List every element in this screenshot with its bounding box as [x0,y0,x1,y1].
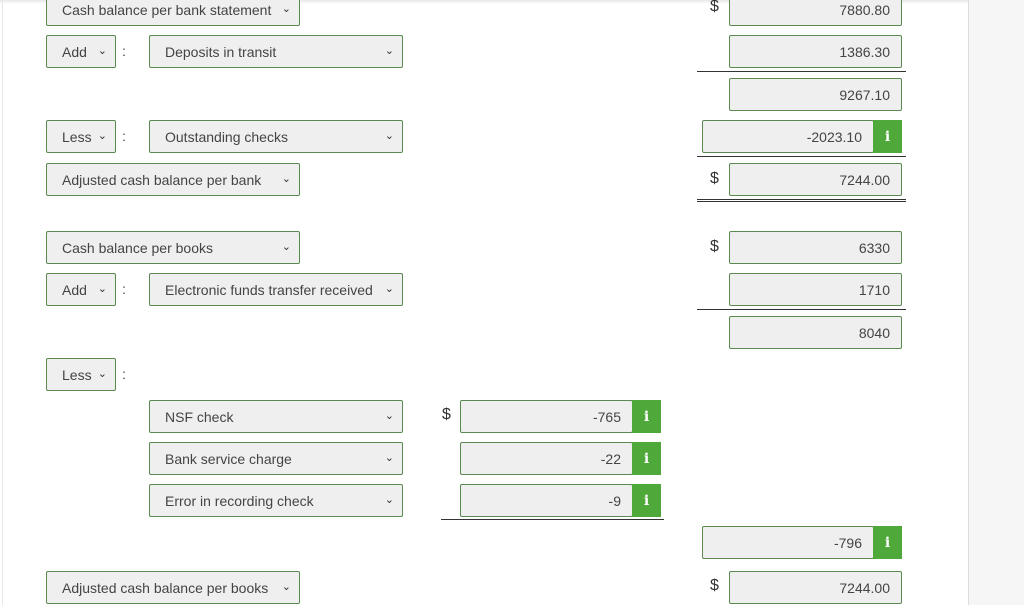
chevron-down-icon: ⌄ [97,368,107,380]
books-less-input[interactable]: -765 [460,400,633,433]
input-value: -765 [592,408,621,425]
info-icon[interactable]: i [632,484,661,517]
bank-end-select[interactable]: Adjusted cash balance per bank ⌄ [46,163,300,196]
underline [441,519,664,520]
chevron-down-icon: ⌄ [281,581,291,593]
select-value: Cash balance per bank statement [62,1,272,18]
dollar-sign: $ [710,238,719,255]
books-add-input[interactable]: 1710 [729,273,902,306]
input-value: 6330 [858,239,890,256]
books-less-input[interactable]: -9 [460,484,633,517]
chevron-down-icon: ⌄ [281,3,291,15]
bank-start-input[interactable]: 7880.80 [729,0,902,26]
chevron-down-icon: ⌄ [384,410,394,422]
books-less-item-select[interactable]: Bank service charge ⌄ [149,442,403,475]
select-value: Add [62,43,87,60]
select-value: Adjusted cash balance per bank [62,171,262,188]
books-less-total-input[interactable]: -796 [702,526,874,559]
books-end-input[interactable]: 7244.00 [729,571,902,604]
input-value: 7244.00 [839,171,890,188]
input-value: 1710 [858,281,890,298]
select-value: Adjusted cash balance per books [62,579,269,596]
chevron-down-icon: ⌄ [384,130,394,142]
input-value: -796 [833,534,862,551]
bank-less-item-select[interactable]: Outstanding checks ⌄ [149,120,403,153]
books-subtotal-input[interactable]: 8040 [729,316,902,349]
chevron-down-icon: ⌄ [384,494,394,506]
input-value: -9 [608,492,621,509]
colon: : [122,43,126,59]
chevron-down-icon: ⌄ [97,130,107,142]
bank-less-op-select[interactable]: Less ⌄ [46,120,116,153]
bank-end-input[interactable]: 7244.00 [729,163,902,196]
input-value: -22 [600,450,621,467]
input-value: 7244.00 [839,579,890,596]
input-value: -2023.10 [806,128,862,145]
select-value: Electronic funds transfer received [165,281,373,298]
double-underline [697,199,906,200]
select-value: Add [62,281,87,298]
underline [697,156,906,157]
input-value: 7880.80 [839,1,890,18]
books-less-item-select[interactable]: NSF check ⌄ [149,400,403,433]
bank-add-item-select[interactable]: Deposits in transit ⌄ [149,35,403,68]
dollar-sign: $ [442,406,451,423]
bank-add-op-select[interactable]: Add ⌄ [46,35,116,68]
select-value: Outstanding checks [165,128,288,145]
books-start-select[interactable]: Cash balance per books ⌄ [46,231,300,264]
books-start-input[interactable]: 6330 [729,231,902,264]
select-value: Error in recording check [165,492,314,509]
select-value: Deposits in transit [165,43,277,60]
select-value: Cash balance per books [62,239,213,256]
dollar-sign: $ [710,577,719,594]
info-icon[interactable]: i [632,442,661,475]
right-panel [968,0,1024,605]
select-value: Bank service charge [165,450,292,467]
books-end-select[interactable]: Adjusted cash balance per books ⌄ [46,571,300,604]
select-value: NSF check [165,408,234,425]
chevron-down-icon: ⌄ [97,283,107,295]
books-add-op-select[interactable]: Add ⌄ [46,273,116,306]
input-value: 1386.30 [839,43,890,60]
chevron-down-icon: ⌄ [384,45,394,57]
dollar-sign: $ [710,170,719,187]
bank-start-select[interactable]: Cash balance per bank statement ⌄ [46,0,300,26]
double-underline [697,201,906,202]
select-value: Less [62,128,92,145]
chevron-down-icon: ⌄ [281,241,291,253]
bank-subtotal-input[interactable]: 9267.10 [729,78,902,111]
chevron-down-icon: ⌄ [97,45,107,57]
books-add-item-select[interactable]: Electronic funds transfer received ⌄ [149,273,403,306]
select-value: Less [62,366,92,383]
colon: : [122,281,126,297]
info-icon[interactable]: i [873,120,902,153]
input-value: 9267.10 [839,86,890,103]
books-less-op-select[interactable]: Less ⌄ [46,358,116,391]
underline [697,309,906,310]
books-less-item-select[interactable]: Error in recording check ⌄ [149,484,403,517]
chevron-down-icon: ⌄ [384,452,394,464]
chevron-down-icon: ⌄ [384,283,394,295]
input-value: 8040 [858,324,890,341]
underline [697,71,906,72]
left-edge [2,0,3,605]
colon: : [122,128,126,144]
bank-add-input[interactable]: 1386.30 [729,35,902,68]
books-less-input[interactable]: -22 [460,442,633,475]
bank-less-input[interactable]: -2023.10 [702,120,874,153]
info-icon[interactable]: i [632,400,661,433]
dollar-sign: $ [710,0,719,15]
colon: : [122,366,126,382]
info-icon[interactable]: i [873,526,902,559]
chevron-down-icon: ⌄ [281,173,291,185]
